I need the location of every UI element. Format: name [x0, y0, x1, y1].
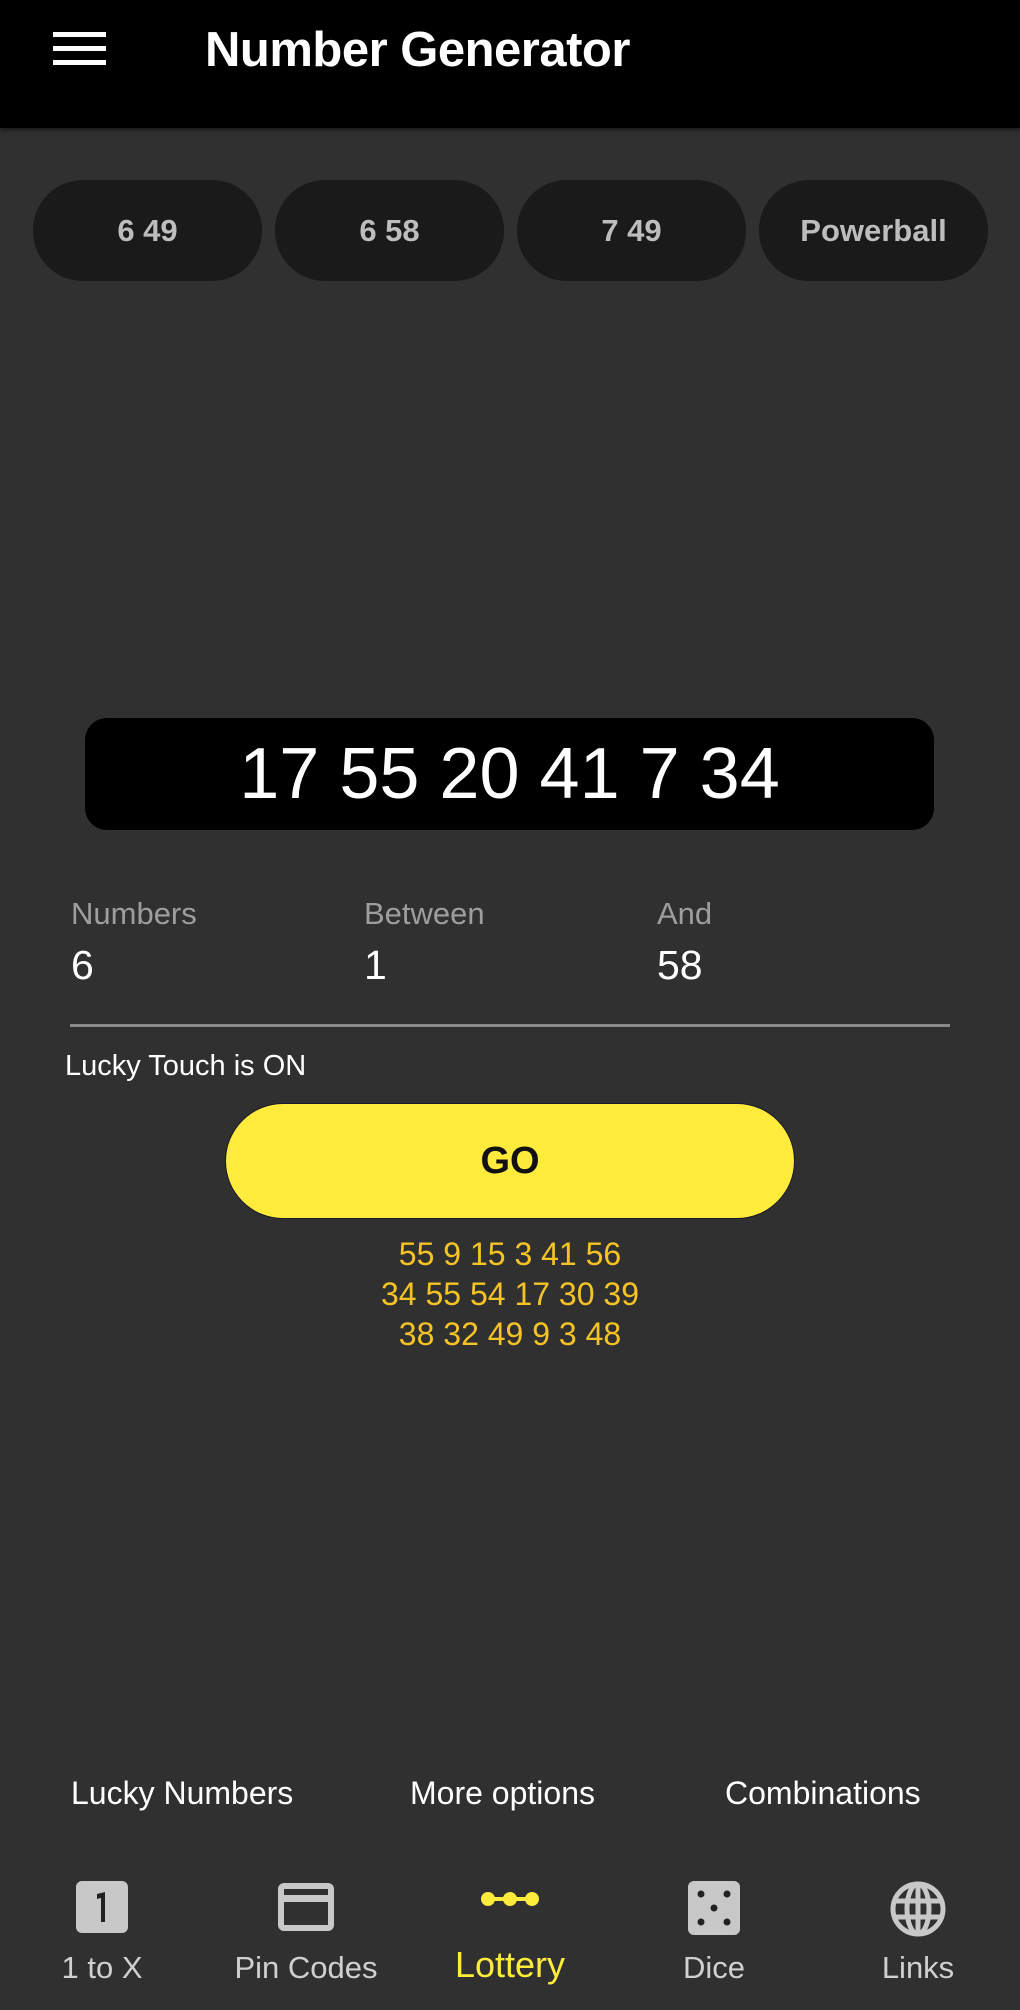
more-options-link[interactable]: More options — [410, 1775, 595, 1812]
nav-label: Lottery — [454, 1944, 566, 1985]
number-one-icon — [75, 1880, 129, 1939]
result-display: 17 55 20 41 7 34 — [85, 718, 934, 830]
card-icon — [276, 1880, 336, 1939]
and-input[interactable]: 58 — [657, 942, 712, 989]
history-item: 38 32 49 9 3 48 — [398, 1316, 622, 1352]
history-item: 34 55 54 17 30 39 — [380, 1276, 639, 1312]
numbers-field[interactable]: Numbers 6 — [71, 896, 197, 989]
nav-label: Pin Codes — [234, 1950, 378, 1985]
nav-label: Dice — [682, 1950, 745, 1985]
and-field[interactable]: And 58 — [657, 896, 712, 989]
lucky-touch-status[interactable]: Lucky Touch is ON — [65, 1050, 306, 1083]
menu-button[interactable] — [40, 20, 120, 82]
dice-icon — [687, 1880, 741, 1941]
between-field[interactable]: Between 1 — [364, 896, 485, 989]
nav-item-1-to-x[interactable]: 1 to X — [0, 1868, 204, 2010]
preset-chip-6-58[interactable]: 6 58 — [275, 180, 504, 281]
go-button[interactable]: GO — [226, 1104, 794, 1218]
globe-icon — [889, 1880, 947, 1943]
nav-label: Links — [881, 1950, 955, 1985]
nav-item-dice[interactable]: Dice — [612, 1868, 816, 2010]
nav-label: 1 to X — [61, 1950, 143, 1985]
combinations-link[interactable]: Combinations — [725, 1775, 921, 1812]
nav-item-pin-codes[interactable]: Pin Codes — [204, 1868, 408, 2010]
nav-item-lottery[interactable]: Lottery — [408, 1868, 612, 2010]
history-item: 55 9 15 3 41 56 — [398, 1236, 622, 1272]
numbers-label: Numbers — [71, 896, 197, 931]
and-label: And — [657, 896, 713, 931]
bottom-links: Lucky Numbers More options Combinations — [0, 1775, 1020, 1825]
nav-item-links[interactable]: Links — [816, 1868, 1020, 2010]
preset-chip-6-49[interactable]: 6 49 — [33, 180, 262, 281]
history-list: 55 9 15 3 41 56 34 55 54 17 30 39 38 32 … — [0, 1234, 1020, 1354]
preset-chip-powerball[interactable]: Powerball — [759, 180, 988, 281]
lucky-numbers-link[interactable]: Lucky Numbers — [71, 1775, 293, 1812]
divider — [70, 1024, 950, 1027]
app-bar: Number Generator — [0, 0, 1020, 128]
lottery-dots-icon — [480, 1888, 540, 1915]
preset-chip-7-49[interactable]: 7 49 — [517, 180, 746, 281]
numbers-input[interactable]: 6 — [71, 942, 197, 989]
page-title: Number Generator — [205, 23, 630, 77]
between-label: Between — [364, 896, 485, 931]
bottom-navigation: 1 to X Pin Codes Lottery Dice Links — [0, 1868, 1020, 2010]
preset-chips: 6 49 6 58 7 49 Powerball — [33, 180, 988, 281]
between-input[interactable]: 1 — [364, 942, 485, 989]
